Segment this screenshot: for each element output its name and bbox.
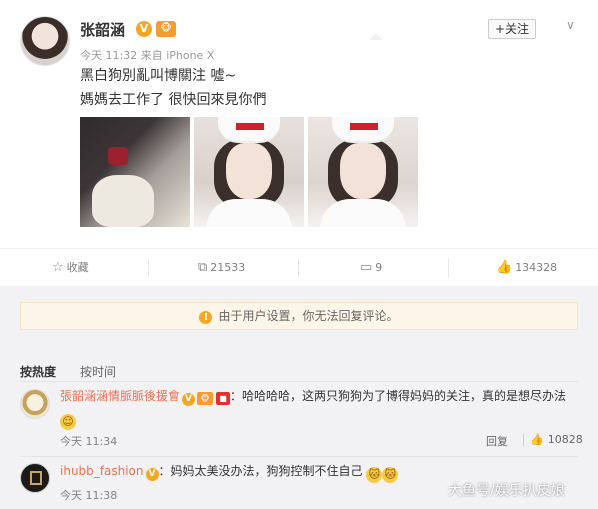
dog-photo-detail xyxy=(92,175,154,227)
post-meta: 今天 11:32 来自 iPhone X xyxy=(80,49,215,62)
thumbs-up-icon: 👍 xyxy=(530,433,544,446)
comment-text: ：妈妈太美没办法，狗狗控制不住自己 xyxy=(158,464,363,478)
commenter-name[interactable]: ihubb_fashion xyxy=(60,464,144,478)
watermark: 大鱼号/娱乐扒皮娘 xyxy=(448,483,565,499)
thumbs-up-icon: 👍 xyxy=(496,260,513,275)
photo-cap xyxy=(218,117,280,143)
verified-badge: V xyxy=(145,468,159,481)
commenter-name[interactable]: 張韶涵涵情脈脈後援會 xyxy=(60,389,180,403)
comment-emoji-line: ☺ xyxy=(60,408,76,430)
commenter-avatar[interactable] xyxy=(20,463,50,493)
comment-button[interactable]: ▭ 9 xyxy=(360,249,382,287)
photo-face xyxy=(340,143,386,199)
comment-body: ihubb_fashion V ：妈妈太美没办法，狗狗控制不住自己 🐱 🐱 xyxy=(60,461,399,483)
repost-count: 21533 xyxy=(210,261,246,274)
comment-count: 9 xyxy=(375,261,383,274)
dog-photo-detail xyxy=(108,147,128,165)
reply-button[interactable]: 回复 xyxy=(486,433,508,449)
sort-by-hot-tab[interactable]: 按热度 xyxy=(20,363,56,380)
member-badge: 🐵 xyxy=(197,392,214,405)
notice-text: 由于用户设置，你无法回复评论。 xyxy=(218,309,399,323)
favorite-label: 收藏 xyxy=(66,261,89,274)
like-button[interactable]: 👍 134328 xyxy=(496,249,557,287)
like-count: 134328 xyxy=(515,261,558,274)
chevron-down-icon[interactable]: ∨ xyxy=(566,18,580,32)
member-badge: 🐵 xyxy=(156,21,176,37)
post-photo-2[interactable] xyxy=(194,117,304,227)
action-divider xyxy=(298,259,299,277)
repost-icon: ⧉ xyxy=(198,260,208,275)
red-badge: ■ xyxy=(216,392,231,405)
comment-caret xyxy=(369,33,383,40)
post-action-bar: ☆ 收藏 ⧉ 21533 ▭ 9 👍 134328 xyxy=(0,248,598,286)
comment-body: 張韶涵涵情脈脈後援會 V 🐵 ■ ：哈哈哈哈，这两只狗狗为了博得妈妈的关注，真的是想尽办… xyxy=(60,386,580,406)
post-photo-1[interactable] xyxy=(80,117,190,227)
photo-cap xyxy=(332,117,394,143)
photo-body xyxy=(206,199,292,227)
action-divider xyxy=(448,259,449,277)
divider xyxy=(20,456,578,457)
star-icon: ☆ xyxy=(52,260,64,275)
post-text-line-2: 媽媽去工作了 很快回來見你們 xyxy=(80,92,267,108)
comment-icon: ▭ xyxy=(360,260,373,275)
action-divider xyxy=(148,259,149,277)
sort-by-time-tab[interactable]: 按时间 xyxy=(80,363,116,380)
post-text-line-1: 黑白狗別亂叫博關注 噓~ xyxy=(80,68,237,84)
verified-badge: V xyxy=(136,21,152,37)
cat-emoji-icon: 🐱 xyxy=(382,467,399,483)
comment-like-count: 10828 xyxy=(547,433,583,446)
author-name[interactable]: 张韶涵 xyxy=(80,19,125,40)
comment-time: 今天 11:38 xyxy=(60,489,118,502)
reply-disabled-notice: ! 由于用户设置，你无法回复评论。 xyxy=(20,302,578,330)
comment-text: ：哈哈哈哈，这两只狗狗为了博得妈妈的关注，真的是想尽办法 xyxy=(230,389,567,403)
favorite-button[interactable]: ☆ 收藏 xyxy=(52,249,89,287)
warning-icon: ! xyxy=(199,311,213,324)
verified-badge: V xyxy=(182,393,196,406)
laughing-emoji-icon: ☺ xyxy=(60,414,76,430)
follow-button[interactable]: +关注 xyxy=(488,19,536,39)
post-photo-3[interactable] xyxy=(308,117,418,227)
author-avatar[interactable] xyxy=(20,16,70,66)
comment-time: 今天 11:34 xyxy=(60,435,118,448)
commenter-avatar[interactable] xyxy=(20,389,50,419)
action-divider xyxy=(523,434,524,446)
comment-like-button[interactable]: 👍 10828 xyxy=(530,433,583,446)
cat-emoji-icon: 🐱 xyxy=(366,467,383,483)
divider xyxy=(20,381,578,382)
photo-body xyxy=(320,199,406,227)
repost-button[interactable]: ⧉ 21533 xyxy=(198,249,245,287)
photo-face xyxy=(226,143,272,199)
